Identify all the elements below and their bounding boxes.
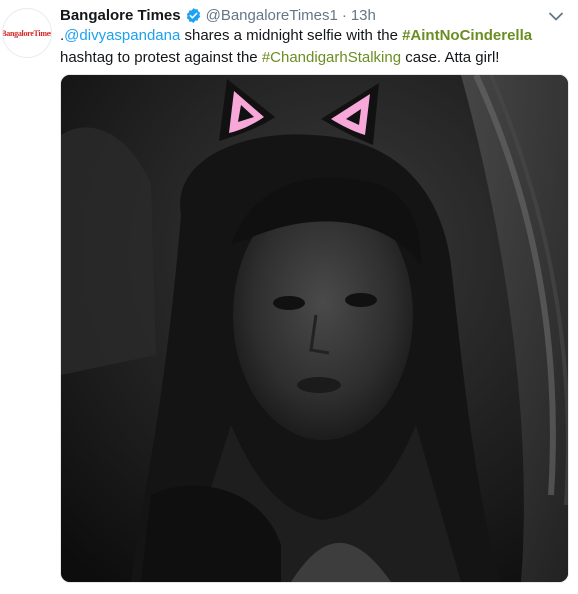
display-name[interactable]: Bangalore Times — [60, 7, 181, 24]
verified-badge-icon — [185, 7, 202, 24]
media-photo[interactable] — [60, 74, 569, 583]
tweet-header: Bangalore Times @BangaloreTimes1 · 13h — [60, 4, 376, 26]
text-segment-1: shares a midnight selfie with the — [180, 27, 403, 44]
text-segment-2: hashtag to protest against the — [60, 49, 262, 66]
handle[interactable]: @BangaloreTimes1 — [206, 7, 338, 24]
tweet-text: .@divyaspandana shares a midnight selfie… — [60, 25, 570, 69]
avatar-logo-text: BangaloreTimes — [2, 28, 52, 38]
timestamp[interactable]: 13h — [351, 7, 376, 24]
separator: · — [341, 6, 347, 24]
chevron-down-icon[interactable] — [548, 8, 564, 24]
hashtag-link[interactable]: #AintNoCinderella — [402, 27, 532, 44]
mention-link[interactable]: @divyaspandana — [64, 27, 180, 44]
avatar[interactable]: BangaloreTimes — [2, 8, 52, 58]
tweet[interactable]: BangaloreTimes Bangalore Times @Bangalor… — [0, 0, 578, 594]
hashtag-link[interactable]: #ChandigarhStalking — [262, 49, 401, 66]
text-segment-3: case. Atta girl! — [401, 49, 500, 66]
